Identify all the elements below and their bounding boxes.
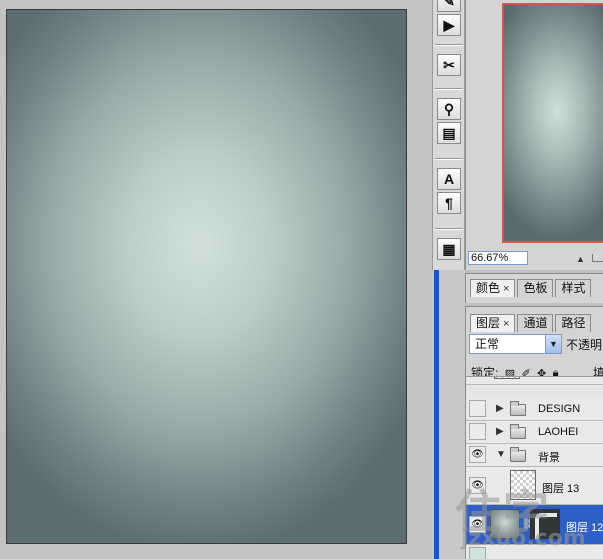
layer-row-partial-bottom[interactable]: [466, 545, 603, 559]
folder-icon: [510, 424, 526, 439]
divider: [435, 228, 463, 230]
layer-comps-icon[interactable]: ▦: [437, 238, 461, 260]
layer-row-background-group[interactable]: 👁︎ ▼ 背景: [466, 444, 603, 467]
tab-label: 样式: [561, 281, 586, 295]
layers-panel: 图层 × 通道 路径 正常 ▼ 不透明 锁定: ▨ ✐ ✥ 🔒︎ 填 ▶ DES…: [465, 306, 603, 559]
document-canvas[interactable]: [6, 9, 407, 544]
layer-row-laohei[interactable]: ▶ LAOHEI: [466, 421, 603, 444]
blend-mode-select[interactable]: 正常 ▼: [469, 334, 562, 354]
document-area: [0, 0, 432, 559]
tab-layers[interactable]: 图层 ×: [470, 314, 516, 332]
navigator-icon[interactable]: ✎: [437, 0, 461, 12]
panel-dock-strip: ✎ ▶ ✂ ⚲ ▤ A ¶ ▦: [432, 0, 465, 270]
layers-panel-tabs: 图层 × 通道 路径: [470, 314, 593, 332]
tab-swatches[interactable]: 色板: [517, 279, 554, 297]
layer-thumbnail: [510, 470, 536, 500]
tab-label: 图层: [476, 316, 501, 330]
document-status-area: [0, 545, 432, 559]
navigator-panel: 66.67% ▲: [465, 0, 603, 270]
layer-name: DESIGN: [538, 403, 581, 415]
tab-label: 路径: [561, 316, 586, 330]
expand-arrow-icon[interactable]: ▶: [496, 426, 504, 437]
eye-icon[interactable]: 👁︎: [469, 446, 486, 463]
paragraph-icon[interactable]: ¶: [437, 192, 461, 214]
eye-icon[interactable]: 👁︎: [469, 477, 486, 494]
dock-edge-highlight: [434, 270, 439, 559]
opacity-label: 不透明: [566, 338, 603, 352]
layer-row-design[interactable]: ▶ DESIGN: [466, 398, 603, 421]
visibility-toggle[interactable]: [469, 423, 486, 440]
layer-row-13[interactable]: 👁︎ 图层 13: [466, 467, 603, 505]
play-action-icon[interactable]: ▶: [437, 14, 461, 36]
tab-color[interactable]: 颜色 ×: [470, 279, 516, 297]
divider: [435, 158, 463, 160]
layer-name: LAOHEI: [538, 426, 579, 438]
eye-icon[interactable]: 👁︎: [469, 516, 486, 533]
close-icon[interactable]: ×: [503, 318, 509, 330]
tab-paths[interactable]: 路径: [555, 314, 592, 332]
layer-thumbnail: [494, 377, 520, 379]
divider: [435, 44, 463, 46]
color-panel-tabs: 颜色 × 色板 样式: [470, 279, 593, 297]
tab-channels[interactable]: 通道: [517, 314, 554, 332]
layer-row-partial[interactable]: [466, 377, 603, 385]
layer-list: ▶ DESIGN ▶ LAOHEI 👁︎ ▼ 背景 👁︎ 图层 13 👁︎ ⛓︎…: [466, 376, 603, 559]
visibility-toggle[interactable]: [469, 547, 486, 559]
tab-label: 颜色: [476, 281, 501, 295]
expand-arrow-icon[interactable]: ▶: [496, 403, 504, 414]
folder-icon: [510, 447, 526, 462]
layer-name: 图层 13: [542, 483, 580, 495]
clone-source-icon[interactable]: ▤: [437, 122, 461, 144]
zoom-out-icon[interactable]: ▲: [576, 254, 585, 264]
layer-row-12[interactable]: 👁︎ ⛓︎ 图层 12: [466, 505, 603, 545]
collapse-arrow-icon[interactable]: ▼: [496, 449, 506, 460]
tab-styles[interactable]: 样式: [555, 279, 592, 297]
brush-presets-icon[interactable]: ⚲: [437, 98, 461, 120]
blend-mode-value: 正常: [475, 337, 500, 351]
close-icon[interactable]: ×: [503, 283, 509, 295]
tools-icon[interactable]: ✂: [437, 54, 461, 76]
layer-thumbnail: [490, 509, 520, 539]
zoom-input[interactable]: 66.67%: [468, 251, 528, 265]
layer-name: 背景: [538, 452, 560, 464]
navigator-preview[interactable]: [502, 3, 603, 243]
divider: [435, 88, 463, 90]
folder-icon: [510, 401, 526, 416]
photoshop-window: ✎ ▶ ✂ ⚲ ▤ A ¶ ▦ 66.67% ▲ 颜色 × 色板 样式 图层 ×…: [0, 0, 603, 559]
layer-name: 图层 12: [566, 522, 603, 534]
visibility-toggle[interactable]: [469, 400, 486, 417]
chevron-down-icon[interactable]: ▼: [545, 335, 561, 353]
zoom-slider[interactable]: [592, 254, 603, 262]
character-icon[interactable]: A: [437, 168, 461, 190]
color-panel: 颜色 × 色板 样式: [465, 273, 603, 303]
tab-label: 通道: [523, 316, 548, 330]
tab-label: 色板: [523, 281, 548, 295]
layer-mask-thumbnail[interactable]: [530, 509, 560, 539]
blend-row: 正常 ▼ 不透明: [469, 334, 603, 354]
